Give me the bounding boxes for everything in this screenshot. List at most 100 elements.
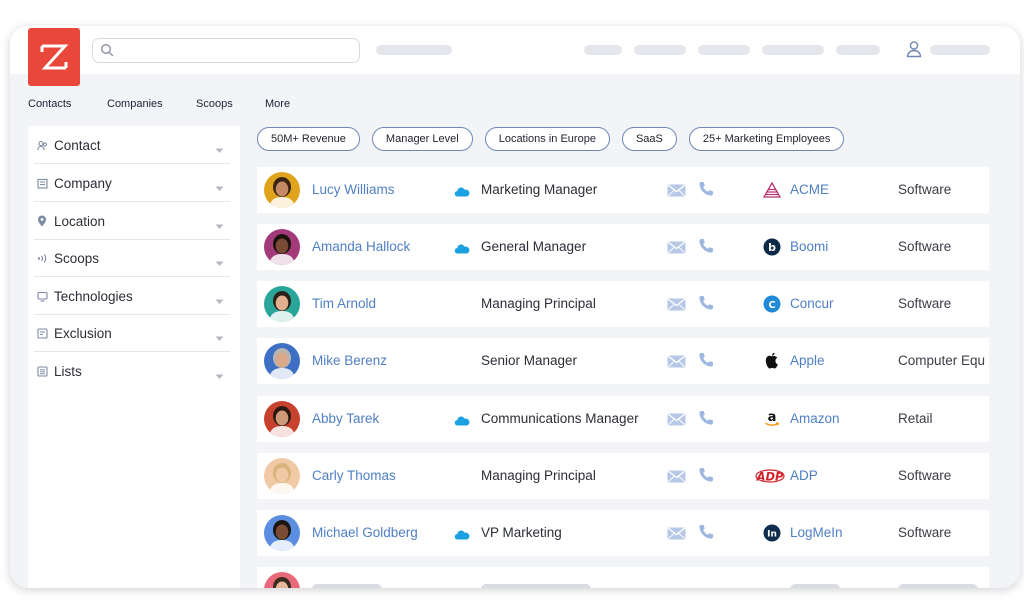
contact-row[interactable]: Tim Arnold Managing Principal C Concur Softw… [257,281,989,327]
avatar[interactable] [264,401,300,437]
contact-row[interactable]: Amanda Hallock General Manager b Boomi Softw… [257,224,989,270]
contact-name-link[interactable]: Amanda Hallock [312,239,410,254]
contact-row[interactable]: Abby Tarek Communications Manager a Amazon R… [257,396,989,442]
sidebar-item-company[interactable]: Company [34,165,230,202]
contact-job-title: VP Marketing [481,525,562,540]
company-icon [36,177,48,189]
contact-name-link[interactable]: Lucy Williams [312,182,395,197]
contact-row[interactable] [257,567,989,588]
contact-name-link[interactable]: Abby Tarek [312,411,379,426]
phone-icon[interactable] [698,410,714,431]
svg-text:In: In [767,530,777,540]
concur-logo[interactable]: C [762,295,782,313]
industry-label: Software [898,182,952,197]
chevron-down-icon[interactable] [215,180,224,195]
avatar[interactable] [264,515,300,551]
user-name-placeholder[interactable] [930,45,990,55]
avatar[interactable] [264,229,300,265]
avatar[interactable] [264,458,300,494]
amazon-logo[interactable]: a [762,410,782,428]
adp-logo[interactable]: ADP [755,467,785,485]
contact-row[interactable]: Carly Thomas Managing Principal ADP ADP Soft… [257,453,989,499]
acme-logo[interactable] [762,181,782,199]
chevron-down-icon[interactable] [215,255,224,270]
avatar[interactable] [264,343,300,379]
company-name-link[interactable]: Apple [790,353,825,368]
industry-label: Software [898,239,952,254]
tab-scoops[interactable]: Scoops [196,98,265,110]
tab-contacts[interactable]: Contacts [28,98,107,110]
company-name-link[interactable]: ADP [790,468,818,483]
nav-placeholder-4[interactable] [698,45,750,55]
contact-name-link[interactable]: Mike Berenz [312,353,387,368]
filter-chip[interactable]: Manager Level [371,127,473,151]
salesforce-icon[interactable] [454,527,470,545]
salesforce-icon[interactable] [454,184,470,202]
tab-companies[interactable]: Companies [107,98,196,110]
email-icon[interactable] [667,413,686,431]
avatar[interactable] [264,286,300,322]
avatar[interactable] [264,172,300,208]
contact-row[interactable]: Lucy Williams Marketing Manager ACME Softwa… [257,167,989,213]
chevron-down-icon[interactable] [215,218,224,233]
company-name-link[interactable]: Concur [790,296,834,311]
company-name-link[interactable]: Boomi [790,239,828,254]
sidebar-item-lists[interactable]: Lists [34,353,230,390]
company-name-link[interactable]: ACME [790,182,829,197]
contact-row[interactable]: Michael Goldberg VP Marketing In LogMeIn Sof… [257,510,989,556]
nav-placeholder-1[interactable] [376,45,452,55]
sidebar-item-contact[interactable]: Contact [34,127,230,164]
apple-logo[interactable] [762,352,782,370]
filter-chip[interactable]: 25+ Marketing Employees [688,127,845,151]
chevron-down-icon[interactable] [215,142,224,157]
sidebar-item-label: Scoops [54,250,100,266]
phone-icon[interactable] [698,524,714,545]
sidebar-item-label: Contact [54,137,101,153]
user-icon[interactable] [906,40,922,63]
sidebar-item-scoops[interactable]: Scoops [34,240,230,277]
tab-more[interactable]: More [265,98,290,110]
search-input[interactable] [92,38,360,63]
email-icon[interactable] [667,527,686,545]
filter-chip[interactable]: Locations in Europe [484,127,610,151]
svg-text:a: a [768,410,777,425]
nav-placeholder-2[interactable] [584,45,622,55]
sidebar-item-technologies[interactable]: Technologies [34,278,230,315]
contact-job-title: Marketing Manager [481,182,598,197]
nav-placeholder-3[interactable] [634,45,686,55]
sidebar-item-label: Technologies [54,288,133,304]
contact-name-link[interactable]: Carly Thomas [312,468,396,483]
chevron-down-icon[interactable] [215,368,224,383]
boomi-logo[interactable]: b [762,238,782,256]
sidebar-item-location[interactable]: Location [34,203,230,240]
sidebar-item-label: Exclusion [54,325,112,341]
phone-icon[interactable] [698,295,714,316]
tab-bar: Contacts Companies Scoops More [28,98,290,110]
chevron-down-icon[interactable] [215,293,224,308]
phone-icon[interactable] [698,352,714,373]
contact-row[interactable]: Mike Berenz Senior Manager Apple Computer E… [257,338,989,384]
filter-chip[interactable]: SaaS [621,127,677,151]
avatar[interactable] [264,572,300,588]
contact-name-link[interactable]: Tim Arnold [312,296,376,311]
email-icon[interactable] [667,241,686,259]
company-name-link[interactable]: LogMeIn [790,525,843,540]
email-icon[interactable] [667,355,686,373]
contact-name-link[interactable]: Michael Goldberg [312,525,418,540]
company-name-link[interactable]: Amazon [790,411,840,426]
nav-placeholder-5[interactable] [762,45,824,55]
chevron-down-icon[interactable] [215,330,224,345]
salesforce-icon[interactable] [454,241,470,259]
salesforce-icon[interactable] [454,413,470,431]
phone-icon[interactable] [698,467,714,488]
email-icon[interactable] [667,298,686,316]
phone-icon[interactable] [698,238,714,259]
zoominfo-logo[interactable] [28,28,80,86]
email-icon[interactable] [667,470,686,488]
sidebar-item-exclusion[interactable]: Exclusion [34,315,230,352]
email-icon[interactable] [667,184,686,202]
logmein-logo[interactable]: In [762,524,782,542]
nav-placeholder-6[interactable] [836,45,880,55]
phone-icon[interactable] [698,181,714,202]
filter-chip[interactable]: 50M+ Revenue [257,127,360,151]
